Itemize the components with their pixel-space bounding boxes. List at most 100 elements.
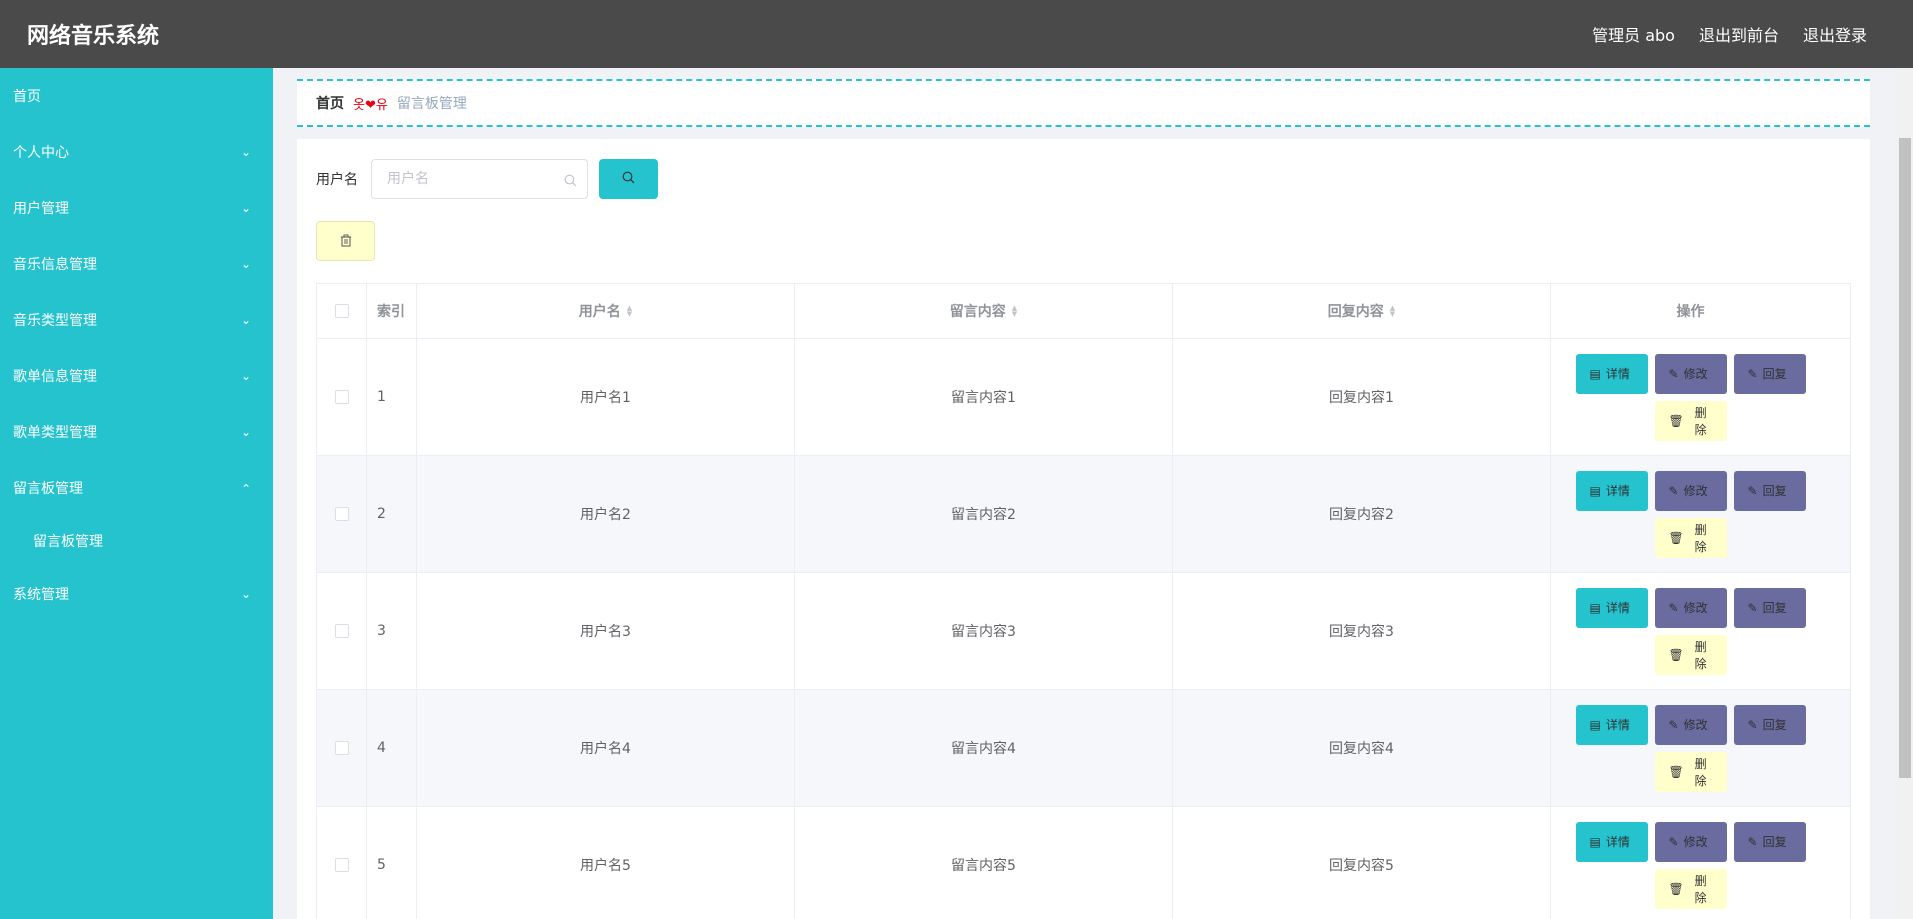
edit-button[interactable]: ✎ 修改 [1654,704,1727,745]
header-reply[interactable]: 回复内容 ▲ ▼ [1173,284,1551,338]
row-ops: ▤ 详情 ✎ 修改 ✎ 回复 🗑 删除 [1551,573,1830,689]
header-username[interactable]: 用户名 ▲ ▼ [417,284,795,338]
row-ops: ▤ 详情 ✎ 修改 ✎ 回复 🗑 删除 [1551,807,1830,919]
reply-label: 回复 [1762,835,1787,849]
sidebar-item-music-type[interactable]: 音乐类型管理 ⌄ [0,292,273,348]
header-ops: 操作 [1676,304,1705,320]
pencil-icon: ✎ [1668,834,1679,849]
row-ops: ▤ 详情 ✎ 修改 ✎ 回复 🗑 删除 [1551,339,1830,455]
detail-button[interactable]: ▤ 详情 [1575,821,1648,862]
edit-label: 修改 [1683,601,1708,615]
edit-button[interactable]: ✎ 修改 [1654,353,1727,394]
edit-button[interactable]: ✎ 修改 [1654,587,1727,628]
delete-button[interactable]: 🗑 删除 [1654,751,1727,792]
delete-label: 删除 [1694,756,1707,788]
pencil-icon: ✎ [1747,600,1758,615]
reply-button[interactable]: ✎ 回复 [1733,470,1806,511]
row-index: 4 [367,690,417,806]
header-message[interactable]: 留言内容 ▲ ▼ [795,284,1173,338]
sidebar-item-system-management[interactable]: 系统管理 ⌄ [0,566,273,622]
row-checkbox[interactable] [334,507,349,521]
sidebar-item-label: 首页 [13,89,41,105]
delete-button[interactable]: 🗑 删除 [1654,868,1727,909]
reply-button[interactable]: ✎ 回复 [1733,821,1806,862]
pencil-icon: ✎ [1668,717,1679,732]
row-checkbox-cell [317,807,367,919]
document-icon: ▤ [1589,483,1601,498]
sidebar-item-label: 歌单信息管理 [13,369,97,385]
breadcrumb-home[interactable]: 首页 [316,93,344,113]
sidebar-subitem-message-board[interactable]: 留言板管理 [0,516,273,566]
sidebar-item-home[interactable]: 首页 [0,68,273,124]
breadcrumb: 首页 옷❤유 留言板管理 [297,79,1870,127]
exit-to-front-link[interactable]: 退出到前台 [1699,22,1779,46]
chevron-down-icon: ⌄ [240,369,251,383]
detail-button[interactable]: ▤ 详情 [1575,353,1648,394]
sidebar-item-label: 系统管理 [13,587,69,603]
detail-button[interactable]: ▤ 详情 [1575,470,1648,511]
search-button[interactable] [599,159,658,199]
sidebar-item-user-management[interactable]: 用户管理 ⌄ [0,180,273,236]
sidebar-item-label: 音乐类型管理 [13,313,97,329]
delete-button[interactable]: 🗑 删除 [1654,634,1727,675]
content-panel: 用户名 索引 [297,139,1870,919]
scrollbar[interactable] [1897,68,1913,919]
delete-button[interactable]: 🗑 删除 [1654,400,1727,441]
trash-icon: 🗑 [1668,881,1684,896]
chevron-up-icon: ⌄ [240,481,251,495]
reply-button[interactable]: ✎ 回复 [1733,353,1806,394]
row-checkbox[interactable] [334,741,349,755]
sort-icon[interactable]: ▲ ▼ [1012,305,1017,318]
search-row: 用户名 [316,159,658,199]
admin-label[interactable]: 管理员 abo [1592,22,1675,46]
row-index: 3 [367,573,417,689]
header-username-label: 用户名 [578,304,621,320]
sidebar-item-personal-center[interactable]: 个人中心 ⌄ [0,124,273,180]
detail-button[interactable]: ▤ 详情 [1575,704,1648,745]
sidebar-item-music-info[interactable]: 音乐信息管理 ⌄ [0,236,273,292]
select-all-checkbox[interactable] [334,304,349,318]
pencil-icon: ✎ [1747,834,1758,849]
reply-button[interactable]: ✎ 回复 [1733,587,1806,628]
scrollbar-thumb[interactable] [1899,138,1911,778]
row-checkbox[interactable] [334,858,349,872]
row-message: 留言内容4 [795,690,1173,806]
chevron-down-icon: ⌄ [240,313,251,327]
bulk-delete-button[interactable] [316,221,375,261]
row-checkbox[interactable] [334,390,349,404]
edit-label: 修改 [1683,718,1708,732]
row-index: 5 [367,807,417,919]
detail-button[interactable]: ▤ 详情 [1575,587,1648,628]
sort-icon[interactable]: ▲ ▼ [1390,305,1395,318]
detail-label: 详情 [1605,484,1630,498]
edit-button[interactable]: ✎ 修改 [1654,821,1727,862]
chevron-down-icon: ⌄ [240,201,251,215]
document-icon: ▤ [1589,366,1601,381]
pencil-icon: ✎ [1668,483,1679,498]
reply-label: 回复 [1762,601,1787,615]
edit-button[interactable]: ✎ 修改 [1654,470,1727,511]
sidebar-item-label: 用户管理 [13,201,69,217]
reply-label: 回复 [1762,484,1787,498]
row-username: 用户名1 [417,339,795,455]
chevron-down-icon: ⌄ [240,257,251,271]
row-ops: ▤ 详情 ✎ 修改 ✎ 回复 🗑 删除 [1551,456,1830,572]
sidebar-item-playlist-type[interactable]: 歌单类型管理 ⌄ [0,404,273,460]
reply-button[interactable]: ✎ 回复 [1733,704,1806,745]
edit-label: 修改 [1683,835,1708,849]
row-message: 留言内容5 [795,807,1173,919]
sort-icon[interactable]: ▲ ▼ [627,305,632,318]
row-message: 留言内容1 [795,339,1173,455]
detail-label: 详情 [1605,367,1630,381]
search-input[interactable] [372,160,587,198]
logout-link[interactable]: 退出登录 [1803,22,1867,46]
detail-label: 详情 [1605,601,1630,615]
row-checkbox-cell [317,339,367,455]
detail-label: 详情 [1605,835,1630,849]
delete-button[interactable]: 🗑 删除 [1654,517,1727,558]
sidebar: 首页 个人中心 ⌄ 用户管理 ⌄ 音乐信息管理 ⌄ 音乐类型管理 ⌄ 歌单信息管… [0,68,273,919]
sidebar-item-playlist-info[interactable]: 歌单信息管理 ⌄ [0,348,273,404]
row-checkbox[interactable] [334,624,349,638]
sidebar-item-label: 歌单类型管理 [13,425,97,441]
sidebar-item-message-board[interactable]: 留言板管理 ⌄ [0,460,273,516]
